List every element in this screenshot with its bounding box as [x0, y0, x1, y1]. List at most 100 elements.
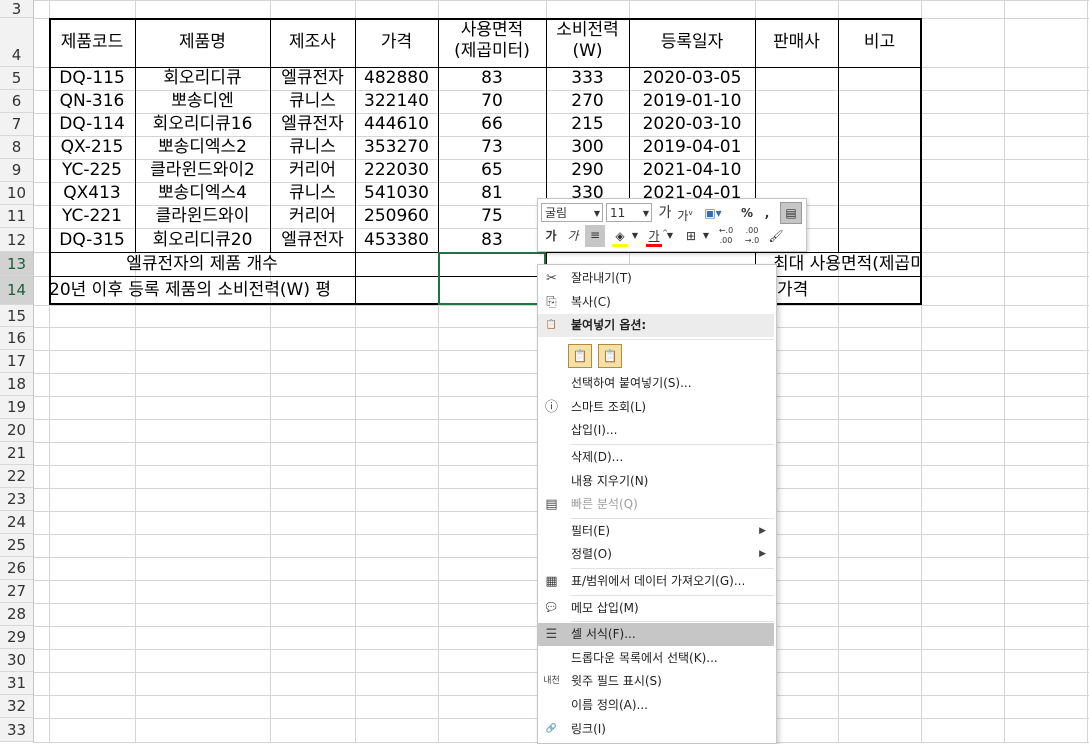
header-cell[interactable]: 판매사	[755, 18, 838, 67]
menu-item[interactable]: ☰ 셀 서식(F)...	[538, 623, 774, 647]
table-cell[interactable]: 353270	[355, 136, 438, 159]
menu-item[interactable]: 삭제(D)...	[538, 446, 774, 469]
table-cell[interactable]	[755, 159, 838, 182]
table-cell[interactable]: 300	[546, 136, 629, 159]
menu-item[interactable]: 이름 정의(A)...	[538, 694, 774, 717]
comma-button[interactable]: ,	[760, 203, 774, 223]
row-header-15[interactable]: 15	[0, 305, 33, 327]
header-cell[interactable]: 제품코드	[49, 18, 135, 67]
row-header-18[interactable]: 18	[0, 373, 33, 396]
table-cell[interactable]: 클라윈드와이	[135, 205, 270, 228]
table-cell[interactable]: 회오리디큐16	[135, 113, 270, 136]
row-header-23[interactable]: 23	[0, 488, 33, 511]
summary-label[interactable]: 20년 이후 등록 제품의 소비전력(W) 평	[49, 276, 355, 305]
table-cell[interactable]: 70	[438, 90, 546, 113]
table-cell[interactable]: 큐니스	[270, 90, 355, 113]
row-header-13[interactable]: 13	[0, 252, 33, 276]
table-cell[interactable]: 엘큐전자	[270, 228, 355, 252]
table-cell[interactable]	[755, 113, 838, 136]
table-cell[interactable]	[755, 90, 838, 113]
table-cell[interactable]	[838, 67, 921, 90]
table-cell[interactable]: 2021-04-10	[629, 159, 755, 182]
row-header-25[interactable]: 25	[0, 534, 33, 557]
table-cell[interactable]: 엘큐전자	[270, 67, 355, 90]
fill-color-button[interactable]: ◈	[610, 226, 630, 247]
table-cell[interactable]: 322140	[355, 90, 438, 113]
menu-item[interactable]: ▤ 빠른 분석(Q)	[538, 493, 774, 516]
table-cell[interactable]: 2020-03-05	[629, 67, 755, 90]
table-cell[interactable]: 뽀송디엑스4	[135, 182, 270, 205]
table-cell[interactable]: 클라윈드와이2	[135, 159, 270, 182]
table-cell[interactable]	[838, 159, 921, 182]
paste-keep-source-icon[interactable]: 📋	[568, 344, 592, 369]
font-color-button[interactable]: 가	[644, 226, 664, 247]
row-header-17[interactable]: 17	[0, 350, 33, 373]
row-header-12[interactable]: 12	[0, 228, 33, 252]
menu-item[interactable]: ✂ 잘라내기(T)	[538, 267, 774, 290]
table-cell[interactable]: 커리어	[270, 159, 355, 182]
menu-item[interactable]: 선택하여 붙여넣기(S)...	[538, 372, 774, 395]
menu-item[interactable]: ⎘ 복사(C)	[538, 291, 774, 314]
font-name-box[interactable]: 굴림 ▼	[541, 203, 603, 222]
header-cell[interactable]: 가격	[355, 18, 438, 67]
accounting-format-button[interactable]: ▣▾	[700, 203, 726, 223]
table-cell[interactable]: 큐니스	[270, 182, 355, 205]
row-header-14[interactable]: 14	[0, 276, 33, 305]
table-cell[interactable]: 뽀송디엔	[135, 90, 270, 113]
table-cell[interactable]: 444610	[355, 113, 438, 136]
menu-item[interactable]: 내천 윗주 필드 표시(S)	[538, 670, 774, 693]
row-header-8[interactable]: 8	[0, 136, 33, 159]
header-cell[interactable]: 비고	[838, 18, 921, 67]
table-cell[interactable]	[838, 182, 921, 205]
table-cell[interactable]: DQ-114	[49, 113, 135, 136]
chevron-down-icon[interactable]: ▼	[702, 226, 710, 246]
row-header-27[interactable]: 27	[0, 580, 33, 603]
borders-button[interactable]: ⊞	[682, 226, 700, 246]
italic-button[interactable]: 가	[564, 226, 582, 246]
row-header-6[interactable]: 6	[0, 90, 33, 113]
chevron-down-icon[interactable]: ▼	[631, 226, 639, 246]
row-header-28[interactable]: 28	[0, 603, 33, 626]
shrink-font-button[interactable]: 가v	[676, 203, 694, 226]
decrease-decimal-button[interactable]: .00 →.0	[740, 226, 764, 246]
percent-button[interactable]: %	[738, 203, 756, 223]
header-cell[interactable]: 제품명	[135, 18, 270, 67]
header-cell[interactable]: 사용면적 (제곱미터)	[438, 18, 546, 67]
menu-item[interactable]: 정렬(O) ▶	[538, 543, 774, 566]
table-cell[interactable]: 큐니스	[270, 136, 355, 159]
table-cell[interactable]: 83	[438, 67, 546, 90]
menu-item[interactable]: 내용 지우기(N)	[538, 470, 774, 493]
row-header-26[interactable]: 26	[0, 557, 33, 580]
table-cell[interactable]	[838, 228, 921, 252]
row-header-3[interactable]: 3	[0, 0, 33, 18]
row-header-21[interactable]: 21	[0, 442, 33, 465]
table-cell[interactable]: 250960	[355, 205, 438, 228]
table-cell[interactable]: 215	[546, 113, 629, 136]
table-cell[interactable]	[755, 136, 838, 159]
row-header-5[interactable]: 5	[0, 67, 33, 90]
table-cell[interactable]	[838, 90, 921, 113]
row-header-24[interactable]: 24	[0, 511, 33, 534]
header-cell[interactable]: 등록일자	[629, 18, 755, 67]
menu-item[interactable]: ▦ 표/범위에서 데이터 가져오기(G)...	[538, 570, 774, 593]
table-cell[interactable]: DQ-315	[49, 228, 135, 252]
chevron-down-icon[interactable]: ▼	[666, 226, 674, 246]
menu-item[interactable]: 💬 메모 삽입(M)	[538, 597, 774, 620]
format-painter-icon[interactable]: 🖌	[766, 226, 786, 246]
row-header-29[interactable]: 29	[0, 626, 33, 649]
row-header-7[interactable]: 7	[0, 113, 33, 136]
selected-cell[interactable]	[438, 252, 546, 305]
table-cell[interactable]: 73	[438, 136, 546, 159]
bold-button[interactable]: 가	[542, 226, 560, 246]
summary-label[interactable]: 엘큐전자의 제품 개수	[49, 252, 355, 276]
table-cell[interactable]: YC-225	[49, 159, 135, 182]
row-header-11[interactable]: 11	[0, 205, 33, 228]
menu-item[interactable]: 드롭다운 목록에서 선택(K)...	[538, 647, 774, 670]
table-cell[interactable]: 222030	[355, 159, 438, 182]
row-header-20[interactable]: 20	[0, 419, 33, 442]
table-cell[interactable]: 333	[546, 67, 629, 90]
table-cell[interactable]	[838, 205, 921, 228]
row-header-31[interactable]: 31	[0, 672, 33, 695]
row-header-33[interactable]: 33	[0, 718, 33, 742]
table-cell[interactable]: 회오리디큐20	[135, 228, 270, 252]
